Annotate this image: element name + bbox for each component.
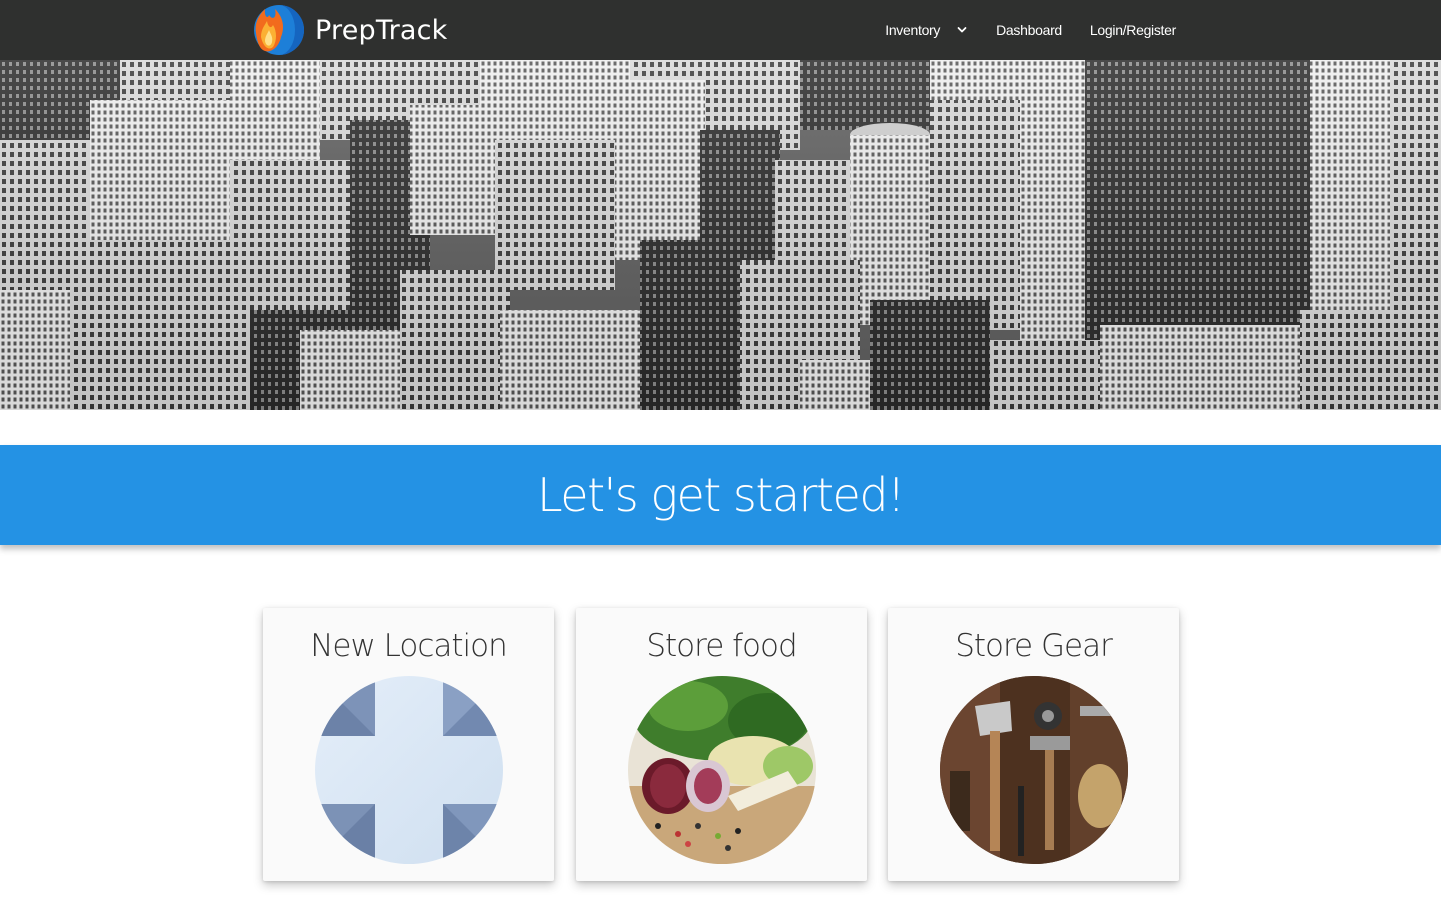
chevron-down-icon — [957, 27, 967, 33]
nav-dashboard[interactable]: Dashboard — [996, 22, 1062, 38]
card-store-food[interactable]: Store food — [576, 608, 867, 881]
tools-image — [940, 676, 1128, 864]
nav-login-register[interactable]: Login/Register — [1090, 22, 1176, 38]
card-title: Store food — [646, 628, 797, 664]
vegetables-image — [628, 676, 816, 864]
nav-inventory[interactable]: Inventory — [885, 22, 968, 38]
nav-dashboard-label: Dashboard — [996, 22, 1062, 38]
flame-logo-icon — [254, 5, 304, 55]
banner-title: Let's get started! — [536, 468, 906, 522]
card-new-location[interactable]: New Location — [263, 608, 554, 881]
card-store-gear[interactable]: Store Gear — [888, 608, 1179, 881]
card-title: New Location — [310, 628, 508, 664]
main-nav: Inventory Dashboard Login/Register — [885, 0, 1176, 60]
brand-name: PrepTrack — [315, 14, 448, 46]
card-title: Store Gear — [955, 628, 1113, 664]
nav-inventory-label: Inventory — [885, 22, 941, 38]
hero-city-image — [0, 60, 1441, 410]
plus-cross-image — [315, 676, 503, 864]
get-started-banner: Let's get started! — [0, 445, 1441, 545]
brand-link[interactable]: PrepTrack — [251, 4, 448, 56]
navbar: PrepTrack Inventory Dashboard Login/Regi… — [0, 0, 1441, 60]
city-skyline-illustration — [0, 60, 1441, 410]
nav-login-register-label: Login/Register — [1089, 22, 1176, 38]
